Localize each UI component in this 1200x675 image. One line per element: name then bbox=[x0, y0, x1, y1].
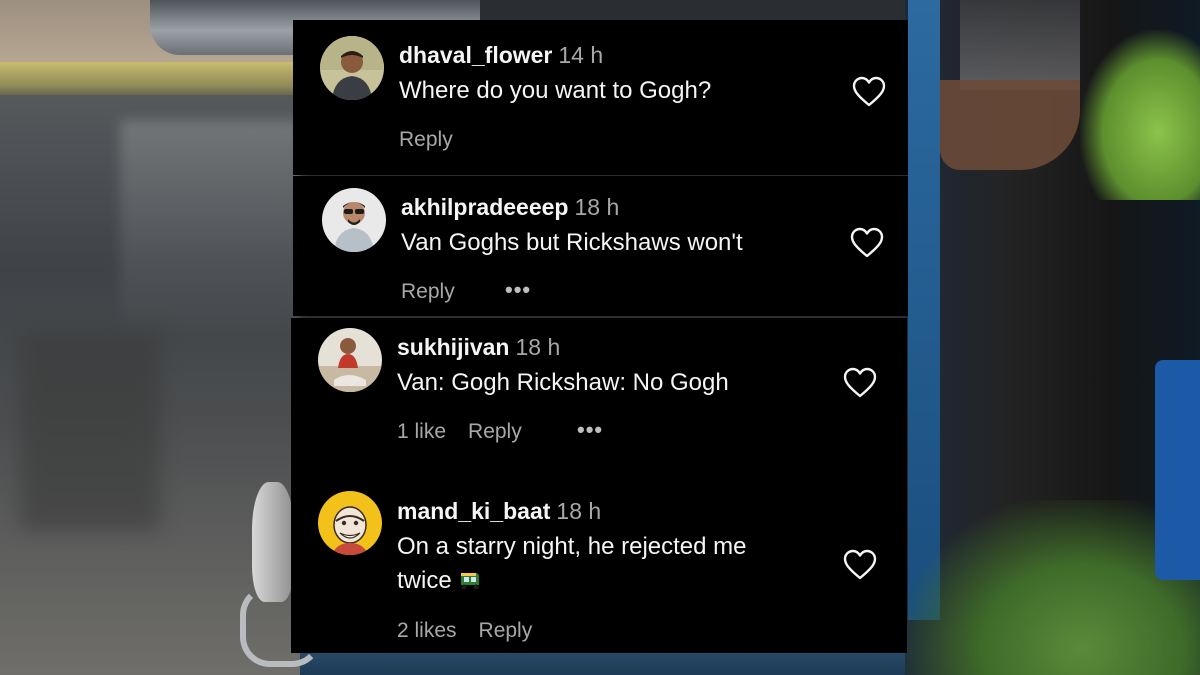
comment-actions: 1 like Reply bbox=[397, 420, 544, 444]
auto-rickshaw-icon bbox=[458, 567, 482, 590]
comment-card: akhilpradeeeep 18 h Van Goghs but Ricksha… bbox=[293, 176, 908, 316]
comment-text-line: twice bbox=[397, 564, 747, 598]
background-mirror bbox=[252, 482, 294, 602]
background-leaf bbox=[1080, 30, 1200, 200]
avatar[interactable] bbox=[320, 36, 384, 100]
more-options-icon[interactable]: ••• bbox=[505, 277, 531, 303]
comment-actions: 2 likes Reply bbox=[397, 619, 554, 643]
comment-text-line: On a starry night, he rejected me bbox=[397, 533, 747, 560]
comment-username[interactable]: dhaval_flower 14 h bbox=[399, 42, 603, 69]
comment-time: 18 h bbox=[556, 498, 602, 524]
reply-button[interactable]: Reply bbox=[399, 128, 453, 151]
heart-outline-icon[interactable] bbox=[852, 76, 886, 108]
comment-time: 14 h bbox=[558, 42, 604, 68]
comment-text: Where do you want to Gogh? bbox=[399, 77, 712, 104]
reply-button[interactable]: Reply bbox=[468, 420, 522, 443]
avatar[interactable] bbox=[318, 491, 382, 555]
background-rickshaw-bottom bbox=[300, 650, 905, 675]
avatar[interactable] bbox=[318, 328, 382, 392]
comment-text: On a starry night, he rejected me twice bbox=[397, 530, 747, 598]
comment-time: 18 h bbox=[515, 334, 561, 360]
reply-button[interactable]: Reply bbox=[479, 619, 533, 642]
background-reflection bbox=[20, 330, 160, 530]
more-options-icon[interactable]: ••• bbox=[577, 417, 603, 443]
comment-actions: Reply bbox=[399, 128, 475, 152]
background-reflection bbox=[120, 120, 300, 340]
heart-outline-icon[interactable] bbox=[843, 367, 877, 399]
username-text[interactable]: mand_ki_baat bbox=[397, 498, 550, 524]
username-text[interactable]: dhaval_flower bbox=[399, 42, 552, 68]
comment-text: Van: Gogh Rickshaw: No Gogh bbox=[397, 369, 729, 396]
comment-username[interactable]: akhilpradeeeep 18 h bbox=[401, 194, 619, 221]
background-person bbox=[960, 0, 1080, 90]
username-text[interactable]: akhilpradeeeep bbox=[401, 194, 568, 220]
comment-card: mand_ki_baat 18 h On a starry night, he r… bbox=[291, 468, 907, 653]
background-blue-object bbox=[1155, 360, 1200, 580]
reply-button[interactable]: Reply bbox=[401, 280, 455, 303]
heart-outline-icon[interactable] bbox=[850, 227, 884, 259]
avatar[interactable] bbox=[322, 188, 386, 252]
username-text[interactable]: sukhijivan bbox=[397, 334, 509, 360]
comment-card: sukhijivan 18 h Van: Gogh Rickshaw: No Go… bbox=[291, 318, 907, 468]
comment-text: Van Goghs but Rickshaws won't bbox=[401, 229, 743, 256]
like-count[interactable]: 2 likes bbox=[397, 619, 457, 642]
comment-actions: Reply bbox=[401, 280, 477, 304]
comment-card: dhaval_flower 14 h Where do you want to G… bbox=[293, 20, 908, 175]
heart-outline-icon[interactable] bbox=[843, 549, 877, 581]
comment-username[interactable]: sukhijivan 18 h bbox=[397, 334, 560, 361]
comment-username[interactable]: mand_ki_baat 18 h bbox=[397, 498, 601, 525]
like-count[interactable]: 1 like bbox=[397, 420, 446, 443]
comment-text-word: twice bbox=[397, 567, 452, 594]
comment-time: 18 h bbox=[574, 194, 620, 220]
